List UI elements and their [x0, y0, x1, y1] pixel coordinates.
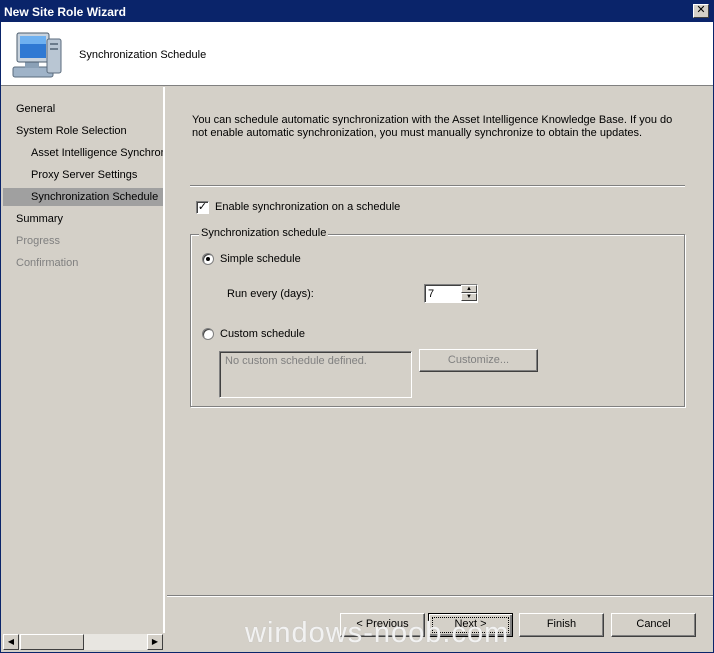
sidebar-item-synchronization-schedule[interactable]: Synchronization Schedule [3, 188, 163, 206]
custom-schedule-display: No custom schedule defined. [219, 351, 412, 398]
divider [190, 185, 685, 187]
customize-button[interactable]: Customize... [419, 349, 538, 372]
wizard-window: New Site Role Wizard ✕ Synchronization S… [0, 0, 714, 653]
sidebar-item-asset-intelligence[interactable]: Asset Intelligence Synchron [3, 144, 163, 162]
cancel-button[interactable]: Cancel [611, 613, 696, 637]
window-title: New Site Role Wizard [4, 5, 126, 19]
title-bar: New Site Role Wizard ✕ [1, 1, 713, 22]
wizard-steps-sidebar: General System Role Selection Asset Inte… [3, 87, 165, 633]
simple-schedule-label[interactable]: Simple schedule [220, 253, 301, 265]
custom-schedule-option[interactable]: Custom schedule [202, 326, 305, 342]
next-button[interactable]: Next > [428, 613, 513, 637]
spin-up-icon[interactable]: ▲ [461, 285, 477, 293]
previous-button[interactable]: < Previous [340, 613, 425, 637]
footer-divider [167, 595, 713, 597]
main-panel: You can schedule automatic synchronizati… [167, 87, 713, 593]
run-every-label: Run every (days): [227, 288, 314, 300]
sidebar-item-proxy-server-settings[interactable]: Proxy Server Settings [3, 166, 163, 184]
group-legend: Synchronization schedule [199, 227, 329, 239]
simple-schedule-option[interactable]: Simple schedule [202, 251, 301, 267]
run-every-spinner[interactable]: 7 ▲ ▼ [424, 284, 478, 303]
scroll-left-icon[interactable]: ◀ [3, 634, 19, 650]
sync-schedule-group: Synchronization schedule Simple schedule… [190, 227, 685, 407]
custom-schedule-label[interactable]: Custom schedule [220, 328, 305, 340]
wizard-header: Synchronization Schedule [1, 22, 713, 86]
sidebar-horizontal-scrollbar[interactable]: ◀ ▶ [3, 633, 163, 650]
enable-sync-checkbox-row[interactable]: ✓ Enable synchronization on a schedule [196, 199, 400, 215]
page-title: Synchronization Schedule [79, 49, 207, 61]
sidebar-item-confirmation: Confirmation [16, 257, 79, 269]
enable-sync-label[interactable]: Enable synchronization on a schedule [215, 201, 400, 213]
sidebar-item-summary[interactable]: Summary [3, 210, 163, 228]
description-text: You can schedule automatic synchronizati… [192, 114, 673, 139]
finish-button[interactable]: Finish [519, 613, 604, 637]
scroll-right-icon[interactable]: ▶ [147, 634, 163, 650]
spin-down-icon[interactable]: ▼ [461, 293, 477, 301]
simple-schedule-radio[interactable] [202, 253, 214, 265]
close-button[interactable]: ✕ [693, 4, 709, 18]
custom-schedule-radio[interactable] [202, 328, 214, 340]
sidebar-item-system-role-selection[interactable]: System Role Selection [3, 122, 163, 140]
computer-monitor-icon [12, 32, 62, 78]
enable-sync-checkbox[interactable]: ✓ [196, 200, 209, 214]
run-every-value[interactable]: 7 [428, 288, 434, 300]
sidebar-item-progress: Progress [16, 235, 61, 247]
scrollbar-thumb[interactable] [20, 634, 84, 650]
sidebar-item-general[interactable]: General [3, 100, 163, 118]
